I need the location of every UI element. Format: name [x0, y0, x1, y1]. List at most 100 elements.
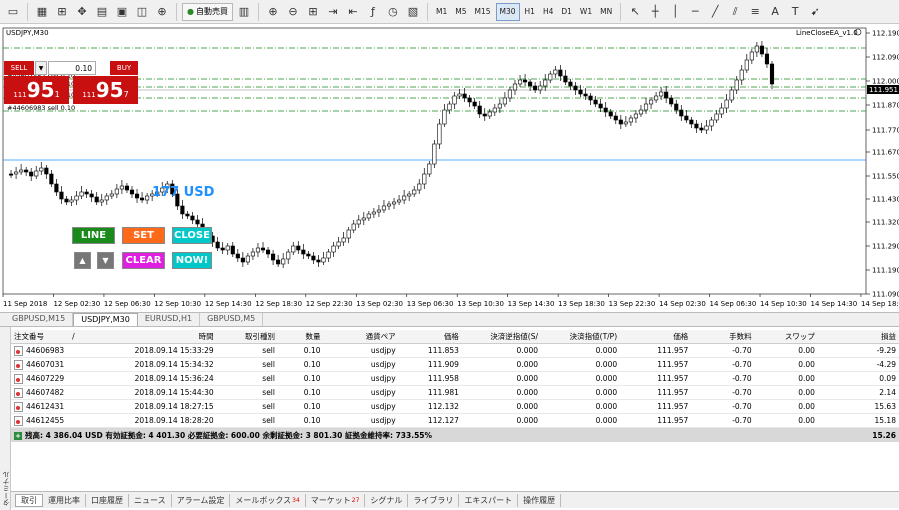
periods-icon[interactable]: ◷ — [384, 3, 402, 21]
arrows-icon[interactable]: ➹ — [806, 3, 824, 21]
column-header[interactable]: 手数料 — [691, 331, 754, 342]
sell-price-button[interactable]: 111 95 1 — [4, 76, 69, 104]
label-icon[interactable]: T — [786, 3, 804, 21]
timeframe-m1[interactable]: M1 — [433, 3, 450, 21]
volume-input[interactable]: 0.10 — [48, 61, 96, 75]
autotrade-button[interactable]: ● 自動売買 — [182, 2, 233, 21]
terminal-side-bar[interactable]: ターミナル — [0, 327, 11, 510]
candle-bull — [739, 69, 744, 81]
set-button[interactable]: SET — [122, 227, 165, 244]
chart-tab-usdjpy-m30[interactable]: USDJPY,M30 — [73, 313, 138, 326]
sell-price-main: 95 — [26, 78, 55, 102]
column-header[interactable]: 数量 — [278, 331, 324, 342]
table-row[interactable]: 44612431 2018.09.14 18:27:15 sell 0.10 usdjp… — [11, 400, 899, 414]
chart-tab-gbpusd-m5[interactable]: GBPUSD,M5 — [200, 313, 264, 326]
timeframe-d1[interactable]: D1 — [558, 3, 575, 21]
zoom-out-icon[interactable]: ⊖ — [284, 3, 302, 21]
market-watch-icon[interactable]: ⊞ — [53, 3, 71, 21]
column-header[interactable]: 取引種別 — [217, 331, 278, 342]
terminal-tab[interactable]: メールボックス 34 — [230, 493, 306, 507]
terminal-tab[interactable]: 口座履歴 — [86, 493, 129, 507]
toolbar-separator — [620, 2, 622, 21]
horizontal-line-icon[interactable]: ─ — [686, 3, 704, 21]
table-row[interactable]: 44606983 2018.09.14 15:33:29 sell 0.10 usdjp… — [11, 344, 899, 358]
account-summary-text: 残高: 4 386.04 USD 有効証拠金: 4 401.30 必要証拠金: … — [25, 430, 433, 440]
tile-windows-icon[interactable]: ⊞ — [304, 3, 322, 21]
chart-tab-eurusd-h1[interactable]: EURUSD,H1 — [138, 313, 201, 326]
timeframe-w1[interactable]: W1 — [577, 3, 595, 21]
terminal-tab[interactable]: シグナル — [365, 493, 409, 507]
column-header[interactable]: 決済逆指値(S/ — [462, 331, 541, 342]
now-button[interactable]: NOW! — [172, 252, 212, 269]
column-header[interactable]: / — [68, 332, 78, 341]
table-row[interactable]: 44607229 2018.09.14 15:36:24 sell 0.10 usdjp… — [11, 372, 899, 386]
table-row[interactable]: 44607482 2018.09.14 15:44:30 sell 0.10 usdjp… — [11, 386, 899, 400]
crosshair-icon[interactable]: ┼ — [646, 3, 664, 21]
terminal-tab[interactable]: 操作履歴 — [518, 493, 562, 507]
buy-price-button[interactable]: 111 95 7 — [73, 76, 138, 104]
candle-bear — [301, 249, 306, 255]
candle-bear — [477, 105, 482, 115]
chart-shift-icon[interactable]: ⇤ — [344, 3, 362, 21]
fibo-icon[interactable]: ≡ — [746, 3, 764, 21]
data-window-icon[interactable]: ▤ — [93, 3, 111, 21]
channel-icon[interactable]: ⫽ — [726, 3, 744, 21]
price-chart[interactable]: 112.190 112.090 112.000 111.870 111.770 111.6… — [0, 24, 899, 312]
bar-chart-icon[interactable]: ▥ — [235, 3, 253, 21]
candle-bear — [613, 115, 618, 121]
timeframe-m15[interactable]: M15 — [471, 3, 493, 21]
column-header[interactable]: 損益 — [818, 331, 899, 342]
sell-button[interactable]: SELL — [4, 61, 34, 75]
clear-button[interactable]: CLEAR — [122, 252, 165, 269]
column-header[interactable]: スワップ — [755, 331, 818, 342]
navigator-icon[interactable]: ✥ — [73, 3, 91, 21]
terminal-tab[interactable]: ニュース — [129, 493, 172, 507]
timeframe-h1[interactable]: H1 — [522, 3, 538, 21]
tester-icon[interactable]: ◫ — [133, 3, 151, 21]
line-button[interactable]: LINE — [72, 227, 115, 244]
table-row[interactable]: 44607031 2018.09.14 15:34:32 sell 0.10 usdjp… — [11, 358, 899, 372]
terminal-tab[interactable]: アラーム設定 — [172, 493, 231, 507]
candle-bull — [336, 241, 341, 247]
triangle-down-icon: ▼ — [102, 256, 109, 265]
cursor-icon[interactable]: ↖ — [626, 3, 644, 21]
vertical-line-icon[interactable]: │ — [666, 3, 684, 21]
zoom-in-icon[interactable]: ⊕ — [264, 3, 282, 21]
trendline-icon[interactable]: ╱ — [706, 3, 724, 21]
terminal-tab[interactable]: ライブラリ — [408, 493, 460, 507]
auto-scroll-icon[interactable]: ⇥ — [324, 3, 342, 21]
column-header[interactable]: 時間 — [78, 331, 216, 342]
column-header[interactable]: 価格 — [399, 331, 462, 342]
timeframe-m5[interactable]: M5 — [452, 3, 469, 21]
terminal-tab[interactable]: エキスパート — [459, 493, 519, 507]
terminal-tab[interactable]: 取引 — [15, 493, 43, 507]
column-header[interactable]: 通貨ペア — [324, 331, 399, 342]
terminal-tab[interactable]: マーケット 27 — [306, 493, 366, 507]
timeframe-h4[interactable]: H4 — [540, 3, 556, 21]
order-line-label: #44606983 sell 0.10 — [7, 104, 75, 112]
table-cell: 0.000 — [595, 374, 618, 383]
down-button[interactable]: ▼ — [97, 252, 114, 269]
column-header[interactable]: 注文番号 — [11, 331, 68, 342]
column-header[interactable]: 決済指値(T/P) — [541, 331, 620, 342]
close-button[interactable]: CLOSE — [172, 227, 212, 244]
new-order-icon[interactable]: ⊕ — [153, 3, 171, 21]
profiles-icon[interactable]: ▦ — [33, 3, 51, 21]
column-header[interactable]: 価格 — [620, 331, 691, 342]
terminal-icon[interactable]: ▣ — [113, 3, 131, 21]
up-button[interactable]: ▲ — [74, 252, 91, 269]
templates-icon[interactable]: ▧ — [404, 3, 422, 21]
indicators-icon[interactable]: ƒ — [364, 3, 382, 21]
text-icon[interactable]: A — [766, 3, 784, 21]
candle-bull — [361, 217, 366, 221]
chart-tab-gbpusd-m15[interactable]: GBPUSD,M15 — [5, 313, 74, 326]
timeframe-mn[interactable]: MN — [597, 3, 615, 21]
terminal-tab[interactable]: 運用比率 — [43, 493, 86, 507]
table-row[interactable]: 44612455 2018.09.14 18:28:20 sell 0.10 usdjp… — [11, 414, 899, 428]
timeframe-m30[interactable]: M30 — [495, 2, 520, 21]
candle-bear — [603, 107, 608, 113]
buy-button[interactable]: BUY — [110, 61, 138, 75]
new-chart-icon[interactable]: ▭ — [4, 3, 22, 21]
candle-bear — [699, 127, 704, 131]
volume-dropdown[interactable]: ▼ — [35, 61, 47, 75]
